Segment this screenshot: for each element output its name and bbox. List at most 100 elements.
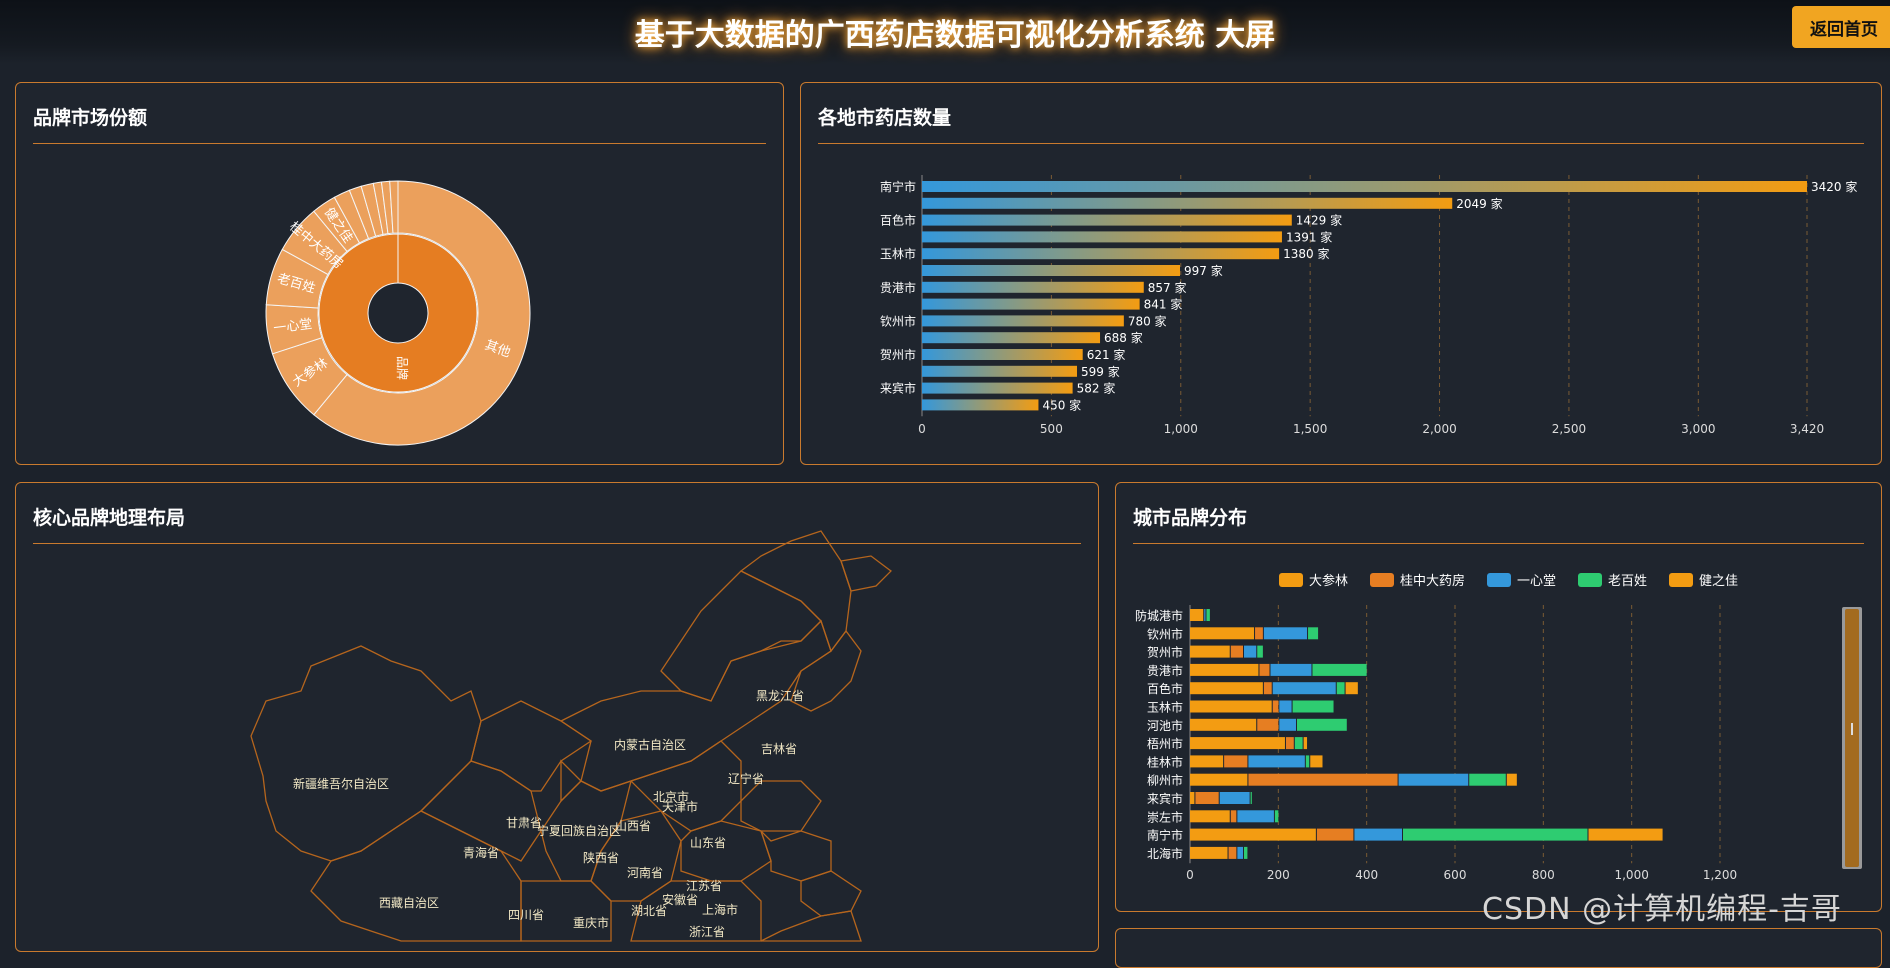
x-tick-label: 1,000 xyxy=(1164,422,1198,436)
map-region-label: 江苏省 xyxy=(686,879,722,893)
y-tick-label: 贵港市 xyxy=(1147,663,1183,678)
y-tick-label: 桂林市 xyxy=(1147,754,1183,769)
brand-share-panel: 品牌市场份额 品牌 其他 大参林 一心堂 老百姓 桂中大药房 健之佳 xyxy=(15,82,784,465)
stacked-bar-segment xyxy=(1297,718,1347,731)
stacked-bar-segment xyxy=(1190,718,1257,731)
china-map[interactable]: 新疆维吾尔自治区西藏自治区青海省甘肃省内蒙古自治区宁夏回族自治区山西省陕西省四川… xyxy=(16,483,1098,951)
y-tick-label: 防城港市 xyxy=(1135,608,1183,623)
stacked-bar-segment xyxy=(1190,810,1230,823)
stacked-bar-segment xyxy=(1224,755,1248,768)
y-tick-label: 来宾市 xyxy=(1147,791,1183,806)
stacked-bar-segment xyxy=(1219,792,1250,804)
map-region xyxy=(739,530,852,653)
bar xyxy=(922,231,1282,243)
map-region-label: 新疆维吾尔自治区 xyxy=(293,776,389,791)
map-region-label: 辽宁省 xyxy=(728,771,764,786)
map-region xyxy=(800,870,862,917)
bar-value-label: 997 家 xyxy=(1184,263,1223,278)
bar xyxy=(922,399,1039,411)
y-tick-label: 玉林市 xyxy=(1147,700,1183,715)
bar-value-label: 450 家 xyxy=(1042,397,1081,412)
bar-value-label: 780 家 xyxy=(1128,313,1167,328)
y-tick-label: 崇左市 xyxy=(1147,809,1183,824)
y-tick-label: 贵港市 xyxy=(880,280,916,295)
y-tick-label: 梧州市 xyxy=(1147,736,1183,751)
x-tick-label: 500 xyxy=(1040,422,1063,436)
x-tick-label: 1,500 xyxy=(1293,422,1327,436)
bar-value-label: 3420 家 xyxy=(1811,179,1857,194)
stacked-bar-segment xyxy=(1230,810,1237,823)
stacked-bar-segment xyxy=(1506,773,1517,786)
map-region-label: 天津市 xyxy=(662,799,698,814)
stacked-bar-segment xyxy=(1190,700,1272,713)
x-tick-label: 1,200 xyxy=(1703,868,1737,882)
stacked-bar-segment xyxy=(1228,846,1237,859)
stacked-bar-segment xyxy=(1190,755,1224,768)
bar-value-label: 1429 家 xyxy=(1296,213,1342,228)
stacked-bar-segment xyxy=(1237,810,1274,823)
map-region xyxy=(760,910,862,942)
stacked-bar-segment xyxy=(1259,663,1270,676)
city-stores-chart[interactable]: 3420 家 南宁市 2049 家 1429 家 百色市 1391 家 1380 家 玉林市 9… xyxy=(801,83,1881,464)
bar xyxy=(922,214,1292,226)
bar xyxy=(922,315,1124,327)
map-region-label: 吉林省 xyxy=(761,742,797,756)
legend-swatch xyxy=(1578,573,1602,587)
bar xyxy=(922,265,1180,276)
stacked-bar-segment xyxy=(1248,773,1398,786)
stacked-bar-segment xyxy=(1257,645,1263,658)
y-tick-label: 贺州市 xyxy=(1147,645,1183,660)
stacked-bar-segment xyxy=(1204,609,1206,621)
stacked-bar-segment xyxy=(1190,663,1259,676)
sunburst-inner-label: 品牌 xyxy=(395,356,409,380)
map-region xyxy=(629,740,742,832)
bar xyxy=(922,298,1140,310)
stacked-bar-segment xyxy=(1279,718,1296,731)
bar xyxy=(922,281,1144,293)
stacked-bar-segment xyxy=(1398,773,1469,786)
stacked-bar-segment xyxy=(1190,609,1204,621)
y-tick-label: 来宾市 xyxy=(880,381,916,396)
stacked-bar-segment xyxy=(1190,645,1230,658)
stacked-bar-segment xyxy=(1244,846,1248,859)
zoom-slider-handle xyxy=(1845,609,1859,867)
map-region-label: 浙江省 xyxy=(689,925,725,939)
stacked-bar-segment xyxy=(1292,700,1334,713)
stacked-bar-segment xyxy=(1250,792,1252,804)
bar xyxy=(922,349,1083,360)
stacked-bar-segment xyxy=(1279,700,1292,713)
x-tick-label: 200 xyxy=(1267,868,1290,882)
stacked-bar-segment xyxy=(1294,737,1303,750)
y-tick-label: 柳州市 xyxy=(1147,773,1183,788)
stacked-bar-segment xyxy=(1310,755,1323,768)
watermark: CSDN @计算机编程-吉哥 xyxy=(1482,892,1842,927)
y-tick-label: 钦州市 xyxy=(1147,626,1183,641)
map-region-label: 山西省 xyxy=(615,819,651,833)
stacked-bar-segment xyxy=(1303,737,1308,750)
map-region xyxy=(310,810,522,942)
y-tick-label: 百色市 xyxy=(880,213,916,228)
stacked-bar-segment xyxy=(1272,682,1336,695)
y-tick-label: 玉林市 xyxy=(880,246,916,261)
y-tick-label: 贺州市 xyxy=(880,347,916,362)
brand-share-chart[interactable]: 品牌其他大参林一心堂老百姓桂中大药房健之佳 xyxy=(16,153,783,453)
map-region-label: 青海省 xyxy=(463,845,499,860)
city-brand-chart[interactable]: 大参林 桂中大药房 一心堂 老百姓 健之佳北海市 南宁市 崇左市 来宾市 柳州市 桂林市 梧州市 河池… xyxy=(1116,483,1881,911)
stacked-bar-segment xyxy=(1345,682,1358,695)
bar xyxy=(922,382,1073,394)
y-tick-label: 百色市 xyxy=(1147,681,1183,696)
stacked-bar-segment xyxy=(1308,627,1319,640)
x-tick-label: 2,000 xyxy=(1422,422,1456,436)
bar-value-label: 841 家 xyxy=(1144,297,1183,312)
map-region xyxy=(840,555,892,592)
stacked-bar-segment xyxy=(1257,718,1279,731)
back-home-button[interactable]: 返回首页 xyxy=(1792,6,1890,48)
bar-value-label: 582 家 xyxy=(1077,381,1116,396)
stacked-bar-segment xyxy=(1403,828,1588,841)
y-tick-label: 钦州市 xyxy=(880,313,916,328)
map-region xyxy=(760,830,832,882)
x-tick-label: 600 xyxy=(1444,868,1467,882)
map-region-label: 安徽省 xyxy=(662,892,698,907)
next-panel xyxy=(1115,928,1882,968)
bar-value-label: 688 家 xyxy=(1104,330,1143,345)
